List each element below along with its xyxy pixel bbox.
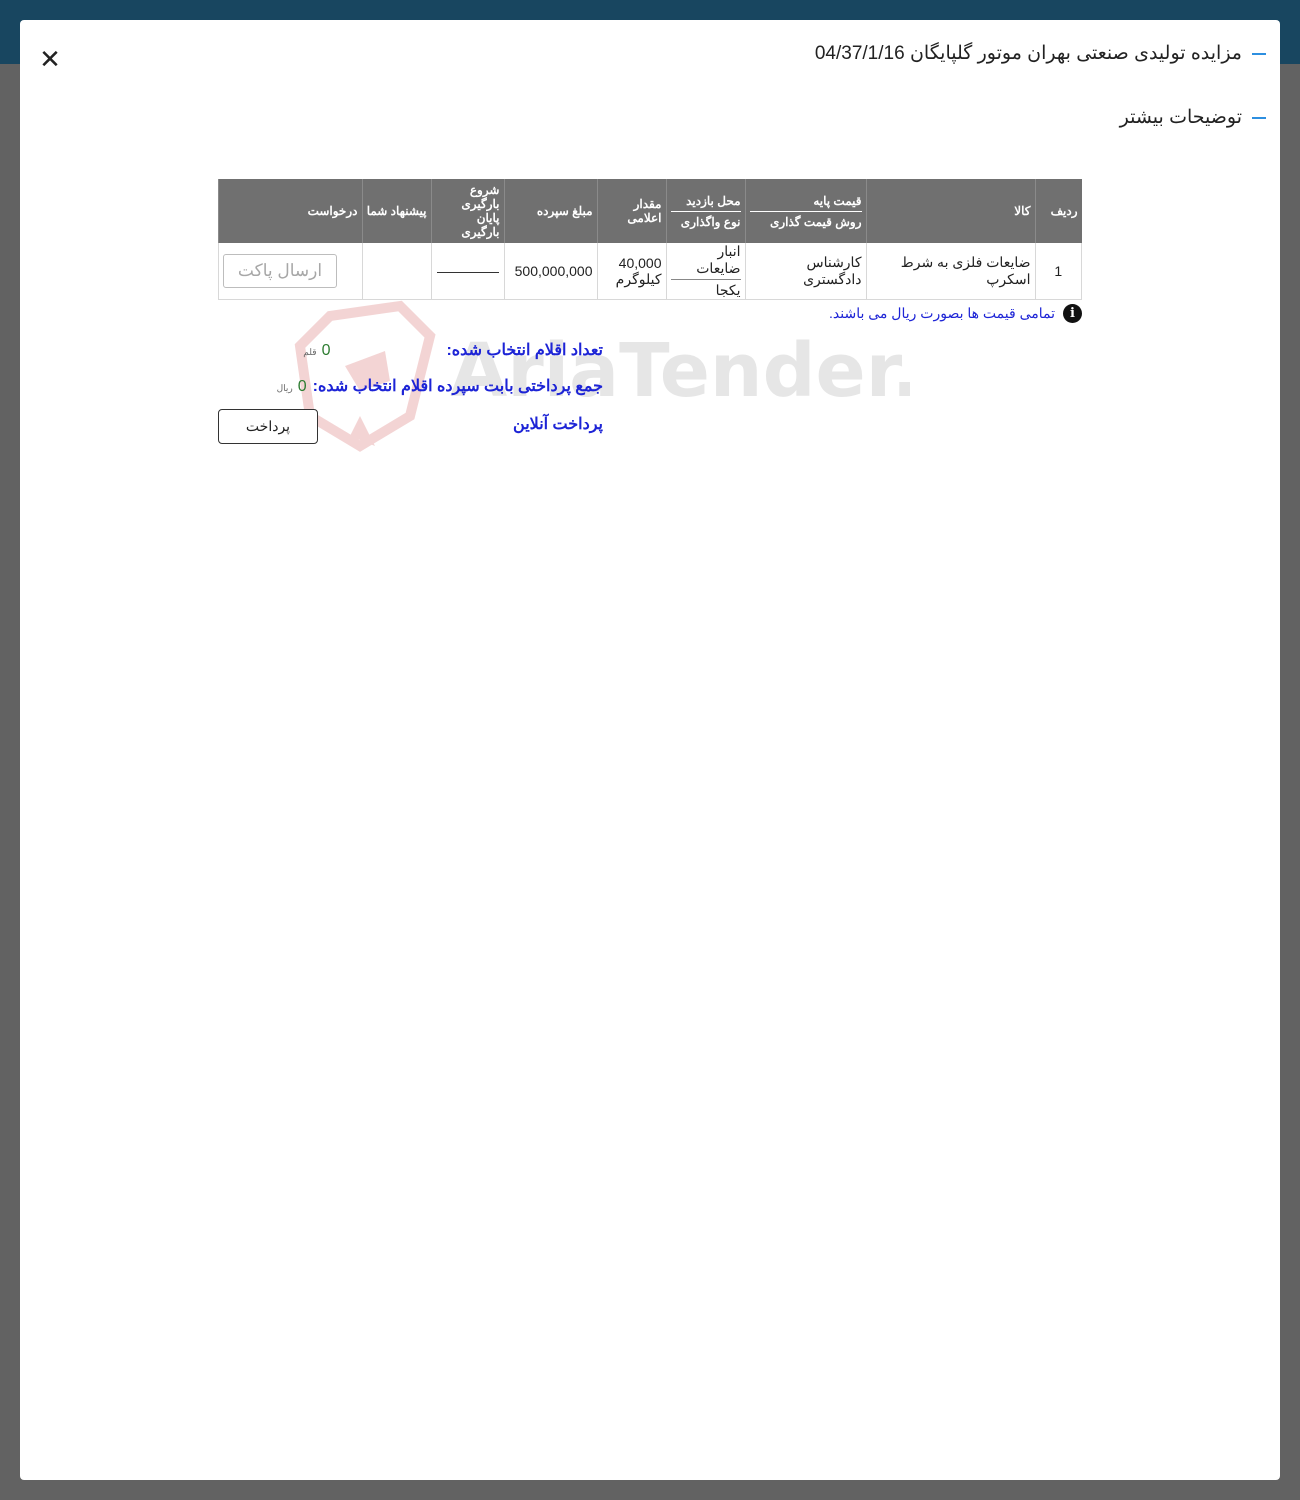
- more-details-label: توضیحات بیشتر: [1119, 107, 1242, 128]
- deposit-total-label: جمع پرداختی بابت سپرده اقلام انتخاب شده:: [312, 378, 603, 395]
- table-row: 1 ضایعات فلزی به شرط اسکرپ کارشناس دادگس…: [218, 243, 1082, 300]
- col-item: کالا: [865, 179, 1035, 243]
- col-deposit: مبلغ سپرده: [503, 179, 597, 243]
- modal-title: مزایده تولیدی صنعتی بهران موتور گلپایگان…: [815, 42, 1266, 65]
- online-payment-label: پرداخت آنلاین: [513, 416, 603, 433]
- col-request: درخواست: [218, 179, 362, 243]
- more-details-toggle[interactable]: توضیحات بیشتر: [1120, 106, 1266, 129]
- selected-count-row: تعداد اقلام انتخاب شده: 0 قلم: [303, 340, 603, 360]
- cell-your-offer: [361, 243, 431, 300]
- col-your-offer: پیشنهاد شما: [361, 179, 431, 243]
- cell-deposit: 500,000,000: [503, 243, 597, 300]
- auction-details-modal: ✕ مزایده تولیدی صنعتی بهران موتور گلپایگ…: [20, 20, 1280, 1480]
- col-pricing-method-label: روش قیمت گذاری: [769, 214, 862, 229]
- cell-pricing-method: کارشناس دادگستری: [744, 243, 866, 300]
- cell-visit-transfer: انبار ضایعات یکجا: [665, 243, 745, 300]
- col-loading-end-label: پایان بارگیری: [461, 211, 500, 239]
- cell-visit-location: انبار ضایعات: [670, 243, 741, 280]
- col-transfer-type-label: نوع واگذاری: [680, 214, 741, 229]
- info-icon: i: [1063, 304, 1082, 323]
- pay-button[interactable]: پرداخت: [218, 409, 318, 444]
- deposit-total-unit: ریال: [276, 383, 293, 393]
- deposit-total-value: 0: [297, 378, 307, 395]
- selected-count-value: 0: [321, 342, 331, 359]
- section-dash: [1252, 116, 1266, 119]
- cell-loading: [430, 243, 504, 300]
- col-visit-location-label: محل بازدید: [670, 194, 741, 212]
- table-header-row: ردیف کالا قیمت پایه روش قیمت گذاری محل ب…: [218, 179, 1082, 243]
- col-base-price: قیمت پایه روش قیمت گذاری: [744, 179, 866, 243]
- deposit-total-row: جمع پرداختی بابت سپرده اقلام انتخاب شده:…: [277, 376, 603, 396]
- selected-count-unit: قلم: [303, 347, 317, 357]
- col-loading-start-label: شروع بارگیری: [461, 183, 500, 211]
- auction-items-table: ردیف کالا قیمت پایه روش قیمت گذاری محل ب…: [218, 179, 1082, 300]
- send-packet-button[interactable]: ارسال پاکت: [223, 254, 337, 288]
- title-dash: [1252, 52, 1266, 55]
- empty-dash: [436, 271, 499, 273]
- cell-quantity-unit: کیلوگرم: [615, 270, 662, 287]
- col-quantity: مقدار اعلامی: [596, 179, 666, 243]
- cell-request: ارسال پاکت: [218, 243, 362, 300]
- close-icon[interactable]: ✕: [38, 47, 62, 73]
- col-loading: شروع بارگیری پایان بارگیری: [430, 179, 504, 243]
- modal-title-text: مزایده تولیدی صنعتی بهران موتور گلپایگان…: [814, 43, 1242, 64]
- selected-count-label: تعداد اقلام انتخاب شده:: [446, 342, 603, 359]
- col-row: ردیف: [1034, 179, 1082, 243]
- cell-quantity: 40,000 کیلوگرم: [596, 243, 666, 300]
- col-base-price-label: قیمت پایه: [749, 194, 862, 212]
- cell-item: ضایعات فلزی به شرط اسکرپ: [865, 243, 1035, 300]
- cell-row: 1: [1034, 243, 1082, 300]
- col-visit-location: محل بازدید نوع واگذاری: [665, 179, 745, 243]
- cell-quantity-value: 40,000: [618, 254, 662, 271]
